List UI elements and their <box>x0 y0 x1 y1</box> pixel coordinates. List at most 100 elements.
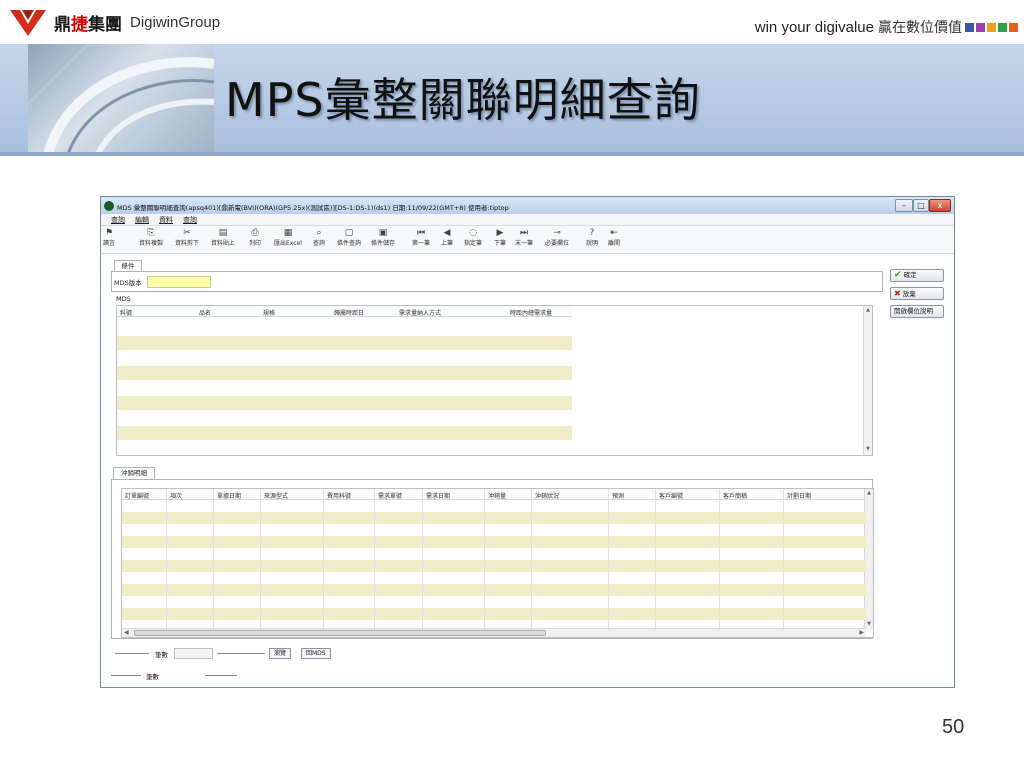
toolbar-label: 下筆 <box>494 240 507 247</box>
digiwin-mark-icon <box>10 10 46 36</box>
column-header[interactable]: 沖銷狀況 <box>535 491 559 500</box>
field-help-button[interactable]: 開啟欄位說明 <box>890 305 944 318</box>
toolbar-button-flag[interactable]: ⚑ 讀言 <box>103 228 115 249</box>
close-button[interactable]: x <box>929 199 951 212</box>
slide-header: 鼎捷集團 DigiwinGroup win your digivalue 贏在數位… <box>0 0 1024 44</box>
back-to-mds-button[interactable]: 回MDS <box>301 648 331 659</box>
column-header[interactable]: 費用科號 <box>327 491 351 500</box>
browse-button[interactable]: 瀏覽 <box>269 648 292 659</box>
doc-query-icon: ▢ <box>344 228 354 238</box>
binoculars-icon: ⌕ <box>316 228 322 238</box>
toolbar-label: 條件儲存 <box>371 240 396 247</box>
exit-icon: ⇤ <box>610 228 618 238</box>
slogan-english: win your digivalue <box>754 19 874 36</box>
column-header[interactable]: 料號 <box>120 308 132 317</box>
column-header[interactable]: 沖銷量 <box>488 491 506 500</box>
column-header[interactable]: 客戶簡稱 <box>723 491 747 500</box>
title-band-divider <box>0 152 1024 156</box>
menu-item-edit[interactable]: 編輯 <box>135 214 149 225</box>
mds-version-input[interactable] <box>147 276 211 288</box>
column-header[interactable]: 需求單號 <box>378 491 402 500</box>
toolbar-button-goto[interactable]: ◌ 指定筆 <box>464 228 482 249</box>
column-divider <box>374 489 375 630</box>
toolbar-label: 條件查詢 <box>337 240 362 247</box>
maximize-button[interactable]: □ <box>913 199 929 212</box>
scroll-up-icon[interactable]: ▲ <box>864 307 872 315</box>
toolbar-button-exit[interactable]: ⇤ 離開 <box>608 228 620 249</box>
column-header[interactable]: 預測 <box>612 491 624 500</box>
detail-grid-hscrollbar[interactable]: ◀ ▶ <box>122 628 866 637</box>
column-header[interactable]: 需求量納入方式 <box>399 308 441 317</box>
page-number: 50 <box>942 716 965 738</box>
toolbar-label: 匯出Excel <box>274 240 302 247</box>
slide-title: MPS彙整關聯明細查詢 <box>225 73 701 127</box>
detail-grid[interactable]: 訂單編號 項次 單據日期 來源型式 費用科號 需求單號 需求日期 沖銷量 沖銷狀況 預測 客戶編號 客… <box>121 488 874 638</box>
table-row[interactable] <box>117 366 572 380</box>
toolbar-button-last[interactable]: ⏭ 末一筆 <box>515 228 533 249</box>
mds-grid[interactable]: 料號 品名 規格 歸屬時距日 需求量納入方式 時距內總需求量 ▲ ▼ <box>116 305 873 456</box>
toolbar-button-cut[interactable]: ✂ 資料剪下 <box>175 228 199 249</box>
toolbar-button-prev[interactable]: ◀ 上筆 <box>441 228 453 249</box>
color-square <box>976 23 985 32</box>
staircase-photo <box>28 44 214 154</box>
mds-grid-scrollbar[interactable]: ▲ ▼ <box>863 306 872 455</box>
count-label: 筆數 <box>155 651 168 659</box>
last-icon: ⏭ <box>519 228 529 238</box>
toolbar-button-next[interactable]: ▶ 下筆 <box>494 228 506 249</box>
toolbar-button-excel[interactable]: ▦ 匯出Excel <box>274 228 302 249</box>
table-row[interactable] <box>122 536 866 548</box>
table-row[interactable] <box>117 396 572 410</box>
color-square <box>987 23 996 32</box>
table-row[interactable] <box>117 426 572 440</box>
help-icon: ? <box>589 228 595 238</box>
column-header[interactable]: 來源型式 <box>264 491 288 500</box>
toolbar-label: 必要欄位 <box>545 240 570 247</box>
scroll-right-icon[interactable]: ▶ <box>859 629 864 636</box>
ok-button[interactable]: ✔ 確定 <box>890 269 944 282</box>
mds-grid-header: 料號 品名 規格 歸屬時距日 需求量納入方式 時距內總需求量 <box>117 306 572 317</box>
column-header[interactable]: 項次 <box>170 491 182 500</box>
toolbar-button-binoculars[interactable]: ⌕ 查詢 <box>313 228 325 249</box>
table-row[interactable] <box>117 336 572 350</box>
column-header[interactable]: 品名 <box>199 308 211 317</box>
slogan: win your digivalue 贏在數位價值 <box>755 17 962 37</box>
table-row[interactable] <box>122 584 866 596</box>
table-row[interactable] <box>122 512 866 524</box>
column-header[interactable]: 單據日期 <box>217 491 241 500</box>
toolbar-button-key[interactable]: ⊸ 必要欄位 <box>545 228 569 249</box>
scroll-down-icon[interactable]: ▼ <box>865 621 873 629</box>
x-icon: ✖ <box>894 289 901 298</box>
menu-item-query[interactable]: 查詢 <box>111 214 125 225</box>
table-row[interactable] <box>122 608 866 620</box>
scroll-down-icon[interactable]: ▼ <box>864 446 872 454</box>
column-header[interactable]: 歸屬時距日 <box>334 308 364 317</box>
column-header[interactable]: 計劃日期 <box>787 491 811 500</box>
column-header[interactable]: 規格 <box>263 308 275 317</box>
toolbar-button-help[interactable]: ? 說明 <box>586 228 598 249</box>
cancel-button[interactable]: ✖ 放棄 <box>890 287 944 300</box>
column-header[interactable]: 時距內總需求量 <box>510 308 552 317</box>
toolbar-button-doc-save[interactable]: ▣ 條件儲存 <box>371 228 395 249</box>
menu-item-data[interactable]: 資料 <box>159 214 173 225</box>
minimize-button[interactable]: – <box>895 199 913 212</box>
toolbar-button-copy[interactable]: ⎘ 資料複製 <box>139 228 163 249</box>
prev-icon: ◀ <box>443 228 451 238</box>
column-divider <box>260 489 261 630</box>
toolbar-button-paste[interactable]: ▤ 資料貼上 <box>211 228 235 249</box>
column-header[interactable]: 需求日期 <box>426 491 450 500</box>
toolbar-button-print[interactable]: ⎙ 列印 <box>249 228 261 249</box>
scroll-up-icon[interactable]: ▲ <box>865 490 873 498</box>
tab-offset-detail[interactable]: 沖銷明細 <box>113 467 155 479</box>
menu-item-query-2[interactable]: 查詢 <box>183 214 197 225</box>
table-row[interactable] <box>122 560 866 572</box>
column-header[interactable]: 訂單編號 <box>125 491 149 500</box>
toolbar-button-doc-query[interactable]: ▢ 條件查詢 <box>337 228 361 249</box>
hscroll-thumb[interactable] <box>134 630 546 636</box>
scroll-left-icon[interactable]: ◀ <box>124 629 129 636</box>
column-header[interactable]: 客戶編號 <box>659 491 683 500</box>
window-titlebar[interactable]: MDS 彙整關聯明細查詢(apsq401)[鼎新電(BVI)(ORA)(GP5.… <box>101 197 954 214</box>
paste-icon: ▤ <box>218 228 228 238</box>
toolbar-label: 資料剪下 <box>175 240 200 247</box>
toolbar-label: 離開 <box>608 240 621 247</box>
toolbar-button-first[interactable]: ⏮ 第一筆 <box>412 228 430 249</box>
